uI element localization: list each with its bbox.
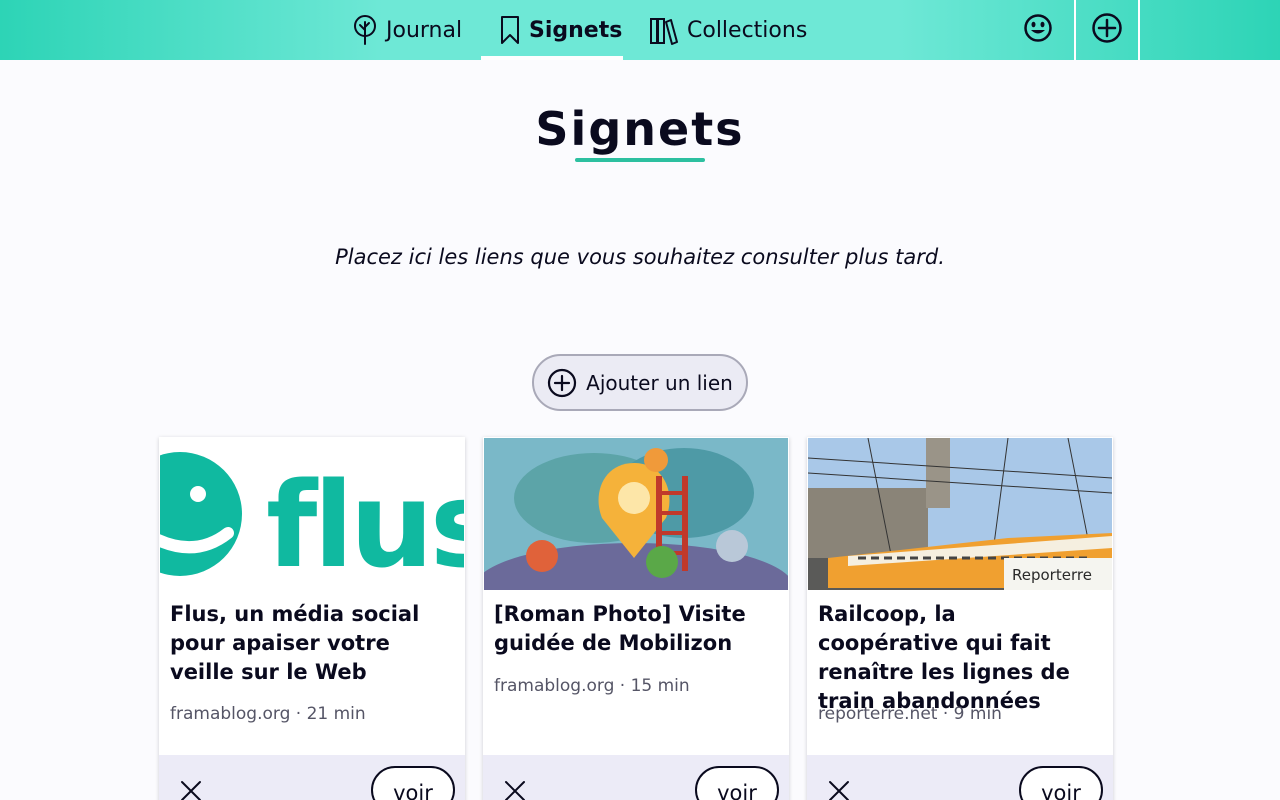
card-image[interactable] <box>484 438 788 590</box>
close-icon <box>181 781 201 800</box>
card-meta: reporterre.net · 9 min <box>818 704 1002 724</box>
nav-journal[interactable]: Journal <box>352 0 470 60</box>
card-footer: voir <box>159 755 465 800</box>
books-icon <box>649 15 679 45</box>
voir-button[interactable]: voir <box>371 766 455 800</box>
smiley-icon <box>1023 13 1053 47</box>
card-meta: framablog.org · 21 min <box>170 704 366 724</box>
card-title[interactable]: Railcoop, la coopérative qui fait renaît… <box>818 600 1103 716</box>
flus-logo-text: flus <box>266 456 464 590</box>
add-link-label: Ajouter un lien <box>586 370 733 395</box>
plus-circle-icon <box>547 368 577 398</box>
voir-button[interactable]: voir <box>695 766 779 800</box>
nav-signets-label: Signets <box>529 17 623 43</box>
card-footer: voir <box>807 755 1113 800</box>
card-title[interactable]: Flus, un média social pour apaiser votre… <box>170 600 455 687</box>
remove-bookmark-button[interactable] <box>501 777 529 800</box>
card-meta: framablog.org · 15 min <box>494 676 690 696</box>
remove-bookmark-button[interactable] <box>177 777 205 800</box>
profile-button[interactable] <box>1006 0 1070 60</box>
nav-journal-label: Journal <box>386 17 463 43</box>
close-icon <box>505 781 525 800</box>
link-card: Reporterre Railcoop, la coopérative qui … <box>807 437 1113 800</box>
top-navigation-bar: Journal Signets Collections <box>0 0 1280 60</box>
voir-button[interactable]: voir <box>1019 766 1103 800</box>
card-title[interactable]: [Roman Photo] Visite guidée de Mobilizon <box>494 600 779 658</box>
link-card: flus Flus, un média social pour apaiser … <box>159 437 465 800</box>
close-icon <box>829 781 849 800</box>
add-button[interactable] <box>1074 0 1140 60</box>
reporterre-logo-text: Reporterre <box>1012 566 1092 584</box>
bookmark-icon <box>499 15 521 45</box>
nav-collections[interactable]: Collections <box>649 0 809 60</box>
card-footer: voir <box>483 755 789 800</box>
tree-icon <box>352 15 378 45</box>
page-intro: Placez ici les liens que vous souhaitez … <box>335 245 945 269</box>
remove-bookmark-button[interactable] <box>825 777 853 800</box>
plus-circle-icon <box>1091 12 1123 48</box>
nav-signets[interactable]: Signets <box>481 0 623 60</box>
nav-collections-label: Collections <box>687 17 808 43</box>
add-link-button[interactable]: Ajouter un lien <box>532 354 748 411</box>
link-card: [Roman Photo] Visite guidée de Mobilizon… <box>483 437 789 800</box>
card-image[interactable]: flus <box>160 438 464 590</box>
card-image[interactable]: Reporterre <box>808 438 1112 590</box>
page-title: Signets <box>535 102 745 156</box>
title-underline <box>575 158 705 162</box>
